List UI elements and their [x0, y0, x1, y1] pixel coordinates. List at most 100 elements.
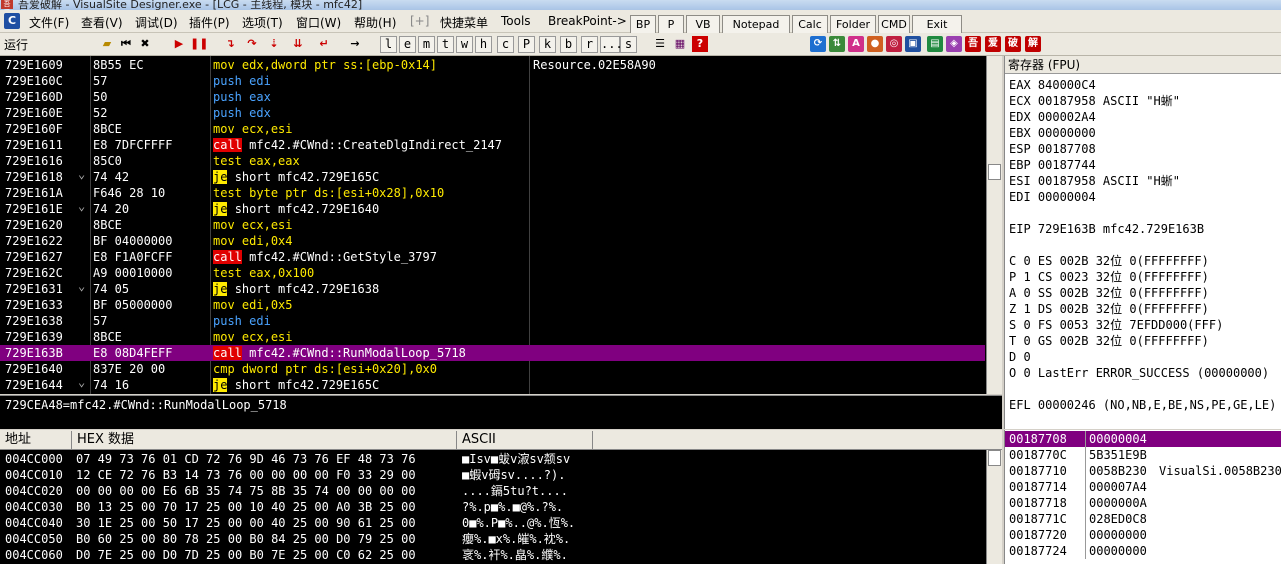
disasm-row[interactable]: 729E1620 8BCE mov ecx,esi [0, 217, 985, 233]
stack-row[interactable]: 0018770C 5B351E9B [1005, 447, 1281, 463]
disasm-row[interactable]: 729E1639 8BCE mov ecx,esi [0, 329, 985, 345]
app-menu-icon[interactable]: C [4, 13, 20, 29]
header-address[interactable]: 地址 [0, 431, 72, 449]
disasm-row[interactable]: 729E160D 50 push eax [0, 89, 985, 105]
menu-plugins[interactable]: 插件(P) [189, 14, 230, 31]
menu-help[interactable]: 帮助(H) [354, 14, 396, 31]
disasm-row[interactable]: 729E1644 ⌄ 74 16 je short mfc42.729E165C [0, 375, 985, 393]
palette-icon[interactable]: ◈ [946, 36, 962, 52]
menu-view[interactable]: 查看(V) [81, 14, 123, 31]
p-button[interactable]: P [658, 15, 684, 35]
disasm-row[interactable]: 729E1618 ⌄ 74 42 je short mfc42.729E165C [0, 167, 985, 185]
arrows-icon[interactable]: ⇅ [829, 36, 845, 52]
open-folder-icon[interactable]: ▰ [99, 36, 115, 52]
menu-breakpoint[interactable]: BreakPoint-> [548, 14, 627, 28]
register-line[interactable]: EAX 840000C4 [1009, 77, 1096, 93]
register-line[interactable]: P 1 CS 0023 32位 0(FFFFFFFF) [1009, 269, 1209, 285]
pause-icon[interactable]: ❚❚ [190, 36, 208, 52]
step-over-icon[interactable]: ↷ [244, 36, 260, 52]
window-more-button[interactable]: ... [600, 36, 623, 53]
cmd-button[interactable]: CMD [878, 15, 910, 35]
register-line[interactable]: EBX 00000000 [1009, 125, 1096, 141]
disasm-row[interactable]: 729E160C 57 push edi [0, 73, 985, 89]
disasm-row[interactable]: 729E160E 52 push edx [0, 105, 985, 121]
disasm-row[interactable]: 729E1631 ⌄ 74 05 je short mfc42.729E1638 [0, 279, 985, 297]
vb-button[interactable]: VB [686, 15, 720, 35]
disasm-row[interactable]: 729E161A F646 28 10 test byte ptr ds:[esi+… [0, 185, 985, 201]
stack-row[interactable]: 00187714 000007A4 [1005, 479, 1281, 495]
chip-icon[interactable]: ▣ [905, 36, 921, 52]
window-b-button[interactable]: b [560, 36, 577, 53]
disasm-row[interactable]: 729E1622 BF 04000000 mov edi,0x4 [0, 233, 985, 249]
menu-options[interactable]: 选项(T) [242, 14, 283, 31]
register-line[interactable]: ESP 00187708 [1009, 141, 1096, 157]
menu-file[interactable]: 文件(F) [29, 14, 69, 31]
grid-icon[interactable]: ▦ [672, 36, 688, 52]
record-icon[interactable]: ● [867, 36, 883, 52]
help-icon[interactable]: ? [692, 36, 708, 52]
hex-dump-pane[interactable]: 地址 HEX 数据 ASCII 004CC000 07 49 73 76 01 C… [0, 430, 1002, 564]
stack-row[interactable]: 00187718 0000000A [1005, 495, 1281, 511]
stack-row[interactable]: 00187724 00000000 [1005, 543, 1281, 559]
disasm-row[interactable]: 729E1640 837E 20 00 cmp dword ptr ds:[esi+… [0, 361, 985, 377]
register-line[interactable]: A 0 SS 002B 32位 0(FFFFFFFF) [1009, 285, 1209, 301]
register-line[interactable]: Z 1 DS 002B 32位 0(FFFFFFFF) [1009, 301, 1209, 317]
rewind-icon[interactable]: ⏮ [118, 36, 134, 52]
a-button[interactable]: A [848, 36, 864, 52]
refresh-icon[interactable]: ⟳ [810, 36, 826, 52]
cn-po-button[interactable]: 破 [1005, 36, 1021, 52]
disasm-row[interactable]: 729E160F 8BCE mov ecx,esi [0, 121, 985, 137]
disassembly-scrollbar[interactable] [986, 56, 1002, 394]
trace-over-icon[interactable]: ⇊ [290, 36, 306, 52]
menu-tools[interactable]: Tools [501, 14, 531, 28]
stack-row[interactable]: 00187710 0058B230 VisualSi.0058B230 [1005, 463, 1281, 479]
menu-window[interactable]: 窗口(W) [296, 14, 341, 31]
register-line[interactable]: ECX 00187958 ASCII "H蜥" [1009, 93, 1180, 109]
register-line[interactable]: EDI 00000004 [1009, 189, 1096, 205]
notepad-button[interactable]: Notepad [722, 15, 790, 35]
register-line[interactable]: S 0 FS 0053 32位 7EFDD000(FFF) [1009, 317, 1223, 333]
header-ascii[interactable]: ASCII [457, 431, 593, 449]
register-line[interactable]: T 0 GS 002B 32位 0(FFFFFFFF) [1009, 333, 1209, 349]
window-k-button[interactable]: k [539, 36, 556, 53]
header-hex[interactable]: HEX 数据 [72, 431, 457, 449]
register-line[interactable]: O 0 LastErr ERROR_SUCCESS (00000000) [1009, 365, 1269, 381]
register-line[interactable]: D 0 [1009, 349, 1031, 365]
register-line[interactable]: EBP 00187744 [1009, 157, 1096, 173]
exit-button[interactable]: Exit [912, 15, 962, 35]
disasm-row[interactable]: 729E1611 E8 7DFCFFFF call mfc42.#CWnd::Cre… [0, 137, 985, 153]
stack-pane[interactable]: 00187708 00000004 0018770C 5B351E9B 00187710… [1004, 430, 1281, 564]
disasm-row[interactable]: 729E1616 85C0 test eax,eax [0, 153, 985, 169]
execute-till-return-icon[interactable]: ↵ [316, 36, 332, 52]
scrollbar-thumb[interactable] [988, 164, 1001, 180]
scrollbar-thumb[interactable] [988, 450, 1001, 466]
disasm-row[interactable]: 729E161E ⌄ 74 20 je short mfc42.729E1640 [0, 199, 985, 217]
register-line[interactable]: EIP 729E163B mfc42.729E163B [1009, 221, 1204, 237]
register-line[interactable]: C 0 ES 002B 32位 0(FFFFFFFF) [1009, 253, 1209, 269]
stack-row[interactable]: 0018771C 028ED0C8 [1005, 511, 1281, 527]
cn-ai-button[interactable]: 爱 [985, 36, 1001, 52]
calc-button[interactable]: Calc [792, 15, 828, 35]
disasm-row[interactable]: 729E1609 8B55 EC mov edx,dword ptr ss:[ebp… [0, 57, 985, 73]
list-icon[interactable]: ☰ [652, 36, 668, 52]
window-w-button[interactable]: w [456, 36, 473, 53]
window-r-button[interactable]: r [581, 36, 598, 53]
disasm-row[interactable]: 729E162C A9 00010000 test eax,0x100 [0, 265, 985, 281]
cn-jie-button[interactable]: 解 [1025, 36, 1041, 52]
cn-wu-button[interactable]: 吾 [965, 36, 981, 52]
registers-pane[interactable]: 寄存器 (FPU) EAX 840000C4 ECX 00187958 ASCII… [1004, 56, 1281, 429]
step-into-icon[interactable]: ↴ [222, 36, 238, 52]
disasm-row[interactable]: 729E1627 E8 F1A0FCFF call mfc42.#CWnd::Get… [0, 249, 985, 265]
menu-debug[interactable]: 调试(D) [135, 14, 178, 31]
register-line[interactable]: ESI 00187958 ASCII "H蜥" [1009, 173, 1180, 189]
disasm-row[interactable]: 729E1633 BF 05000000 mov edi,0x5 [0, 297, 985, 313]
window-m-button[interactable]: m [418, 36, 435, 53]
goto-icon[interactable]: → [347, 36, 363, 52]
register-line[interactable]: EDX 000002A4 [1009, 109, 1096, 125]
close-icon[interactable]: ✖ [137, 36, 153, 52]
window-s-button[interactable]: s [620, 36, 637, 53]
hex-dump-scrollbar[interactable] [986, 450, 1002, 564]
register-line[interactable]: EFL 00000246 (NO,NB,E,BE,NS,PE,GE,LE) [1009, 397, 1276, 413]
trace-into-icon[interactable]: ⇣ [266, 36, 282, 52]
window-l-button[interactable]: l [380, 36, 397, 53]
